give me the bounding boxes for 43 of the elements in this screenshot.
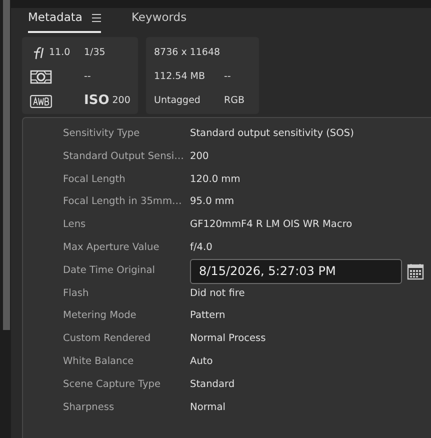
field-label: Max Aperture Value [63, 241, 160, 256]
field-label: Date Time Original [63, 264, 156, 278]
field-label: White Balance [63, 355, 135, 370]
field-value: Did not fire [190, 286, 245, 301]
field-label: Sensitivity Type [63, 127, 141, 142]
file-size-value: 112.54 MB [154, 70, 205, 84]
field-value: Normal [190, 400, 226, 415]
field-value: 95.0 mm [190, 195, 234, 210]
awb-icon [30, 94, 52, 108]
field-label: Lens [63, 218, 87, 232]
dimensions-value: 8736 x 11648 [154, 46, 220, 60]
metering-value: -- [84, 70, 91, 84]
scrollbar-thumb[interactable] [3, 0, 10, 330]
field-label: Focal Length [63, 172, 126, 187]
field-value: Pattern [190, 309, 226, 324]
field-value: 120.0 mm [190, 172, 240, 187]
field-value: Auto [190, 355, 213, 370]
field-label: Flash [63, 286, 90, 301]
field-value: f/4.0 [190, 241, 212, 256]
file-size-extra: -- [224, 70, 231, 84]
color-mode-value: RGB [224, 94, 244, 108]
field-label: Standard Output Sensi… [63, 150, 185, 164]
field-label: Custom Rendered [63, 332, 152, 346]
field-value: 200 [190, 150, 209, 164]
tab[interactable]: Keywords [131, 10, 187, 33]
aperture-value: 11.0 [49, 46, 70, 60]
field-label: Metering Mode [63, 309, 138, 324]
tab[interactable]: Metadata [28, 10, 102, 33]
field-value: GF120mmF4 R LM OIS WR Macro [190, 218, 352, 232]
color-profile-value: Untagged [154, 94, 200, 108]
field-value: Standard output sensitivity (SOS) [190, 127, 354, 142]
date-field[interactable]: 8/15/2026, 5:27:03 PM [190, 258, 402, 284]
iso-value: 200 [112, 94, 130, 108]
menu-icon[interactable] [92, 14, 102, 22]
field-label: Sharpness [63, 400, 116, 415]
field-label: Scene Capture Type [63, 378, 162, 392]
iso-label: ISO [84, 92, 110, 110]
calendar-icon[interactable] [407, 262, 424, 280]
field-value: Standard [190, 378, 235, 392]
shutter-value: 1/35 [84, 46, 106, 60]
metering-icon [30, 70, 52, 84]
field-label: Focal Length in 35mm… [63, 195, 183, 210]
field-value: Normal Process [190, 332, 266, 346]
